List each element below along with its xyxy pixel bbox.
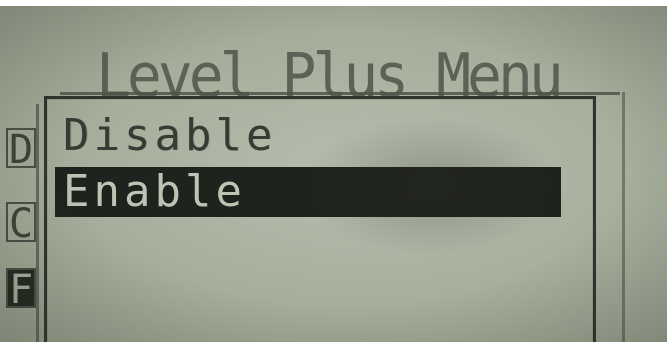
background-menu-item-3: F (6, 268, 36, 308)
option-enable[interactable]: Enable (55, 167, 561, 217)
title-divider (60, 92, 620, 95)
background-menu-border-left (36, 104, 39, 342)
option-popup: Disable Enable (44, 96, 596, 342)
background-menu-item-1: D (6, 128, 36, 168)
background-menu-border (622, 92, 625, 342)
option-disable[interactable]: Disable (55, 111, 561, 161)
background-menu-item-2: C (6, 202, 36, 242)
lcd-screen: Level Plus Menu D C F Disable Enable (0, 6, 667, 342)
